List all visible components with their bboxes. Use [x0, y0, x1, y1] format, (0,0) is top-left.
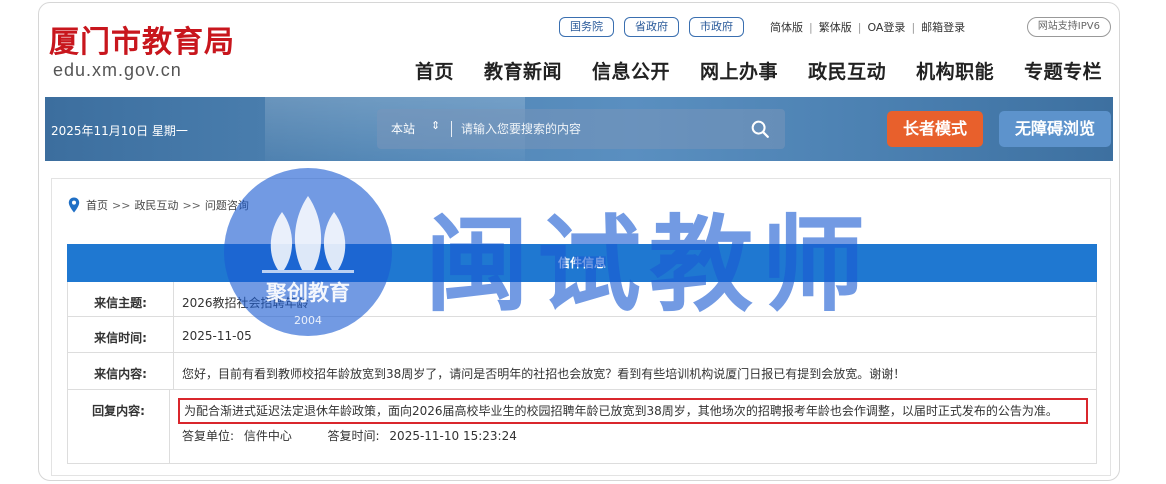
row-value-reply: 为配合渐进式延迟法定退休年龄政策，面向2026届高校毕业生的校园招聘年龄已放宽到… — [170, 390, 1096, 463]
nav-functions[interactable]: 机构职能 — [916, 57, 994, 84]
row-label-content: 来信内容: — [68, 353, 174, 389]
breadcrumb-interaction[interactable]: 政民互动 — [134, 197, 178, 213]
table-row: 来信内容: 您好，目前有看到教师校招年龄放宽到38周岁了，请问是否明年的社招也会… — [67, 353, 1097, 390]
nav-topics[interactable]: 专题专栏 — [1024, 57, 1102, 84]
page-frame: 厦门市教育局 edu.xm.gov.cn 国务院 省政府 市政府 简体版 | 繁… — [38, 2, 1120, 481]
nav-news[interactable]: 教育新闻 — [484, 57, 562, 84]
nav-interaction[interactable]: 政民互动 — [808, 57, 886, 84]
current-date: 2025年11月10日 星期一 — [51, 124, 188, 138]
banner: 2025年11月10日 星期一 本站 ⇕ 长者模式 无障碍浏览 — [45, 97, 1113, 161]
search-divider — [451, 121, 452, 137]
breadcrumb-separator: >> — [182, 198, 201, 212]
row-value-content: 您好，目前有看到教师校招年龄放宽到38周岁了，请问是否明年的社招也会放宽？看到有… — [182, 367, 906, 381]
main-nav: 首页 教育新闻 信息公开 网上办事 政民互动 机构职能 专题专栏 — [415, 57, 1102, 84]
row-value-time: 2025-11-05 — [182, 329, 252, 343]
breadcrumb-home[interactable]: 首页 — [86, 197, 108, 213]
link-oa-login[interactable]: OA登录 — [861, 19, 911, 35]
nav-disclosure[interactable]: 信息公开 — [592, 57, 670, 84]
elder-mode-button[interactable]: 长者模式 — [887, 111, 983, 147]
site-header: 厦门市教育局 edu.xm.gov.cn 国务院 省政府 市政府 简体版 | 繁… — [39, 3, 1119, 97]
row-label-subject: 来信主题: — [68, 282, 174, 316]
letter-table: 信件信息 来信主题: 2026教招社会招聘年龄 来信时间: 2025-11-05… — [67, 244, 1097, 464]
search-input[interactable] — [461, 118, 731, 140]
breadcrumb-separator: >> — [112, 198, 131, 212]
search-bar: 本站 ⇕ — [377, 109, 785, 149]
breadcrumb: 首页 >> 政民互动 >> 问题咨询 — [68, 197, 249, 213]
accessible-browse-button[interactable]: 无障碍浏览 — [999, 111, 1111, 147]
table-heading: 信件信息 — [67, 244, 1097, 282]
row-label-reply: 回复内容: — [68, 390, 170, 463]
table-row: 来信主题: 2026教招社会招聘年龄 — [67, 282, 1097, 317]
site-title[interactable]: 厦门市教育局 — [49, 17, 235, 61]
table-row: 回复内容: 为配合渐进式延迟法定退休年龄政策，面向2026届高校毕业生的校园招聘… — [67, 390, 1097, 464]
search-icon[interactable] — [749, 118, 771, 140]
reply-time-label: 答复时间: — [327, 429, 380, 443]
pill-provincial-gov[interactable]: 省政府 — [624, 17, 679, 37]
reply-unit-label: 答复单位: — [182, 429, 235, 443]
ipv6-badge: 网站支持IPV6 — [1026, 17, 1111, 37]
pill-city-gov[interactable]: 市政府 — [689, 17, 744, 37]
nav-home[interactable]: 首页 — [415, 57, 454, 84]
reply-meta: 答复单位: 信件中心 答复时间: 2025-11-10 15:23:24 — [178, 427, 1088, 444]
row-label-time: 来信时间: — [68, 317, 174, 352]
link-simplified[interactable]: 简体版 — [764, 19, 809, 35]
reply-time: 2025-11-10 15:23:24 — [389, 429, 517, 443]
site-domain: edu.xm.gov.cn — [53, 60, 182, 80]
table-row: 来信时间: 2025-11-05 — [67, 317, 1097, 353]
pill-state-council[interactable]: 国务院 — [559, 17, 614, 37]
location-pin-icon — [68, 197, 80, 213]
search-scope-select[interactable]: 本站 — [391, 120, 415, 137]
link-mail-login[interactable]: 邮箱登录 — [915, 19, 971, 35]
row-value-subject: 2026教招社会招聘年龄 — [182, 296, 309, 310]
link-traditional[interactable]: 繁体版 — [813, 19, 858, 35]
breadcrumb-consult[interactable]: 问题咨询 — [205, 197, 249, 213]
reply-unit: 信件中心 — [243, 429, 292, 443]
top-links: 国务院 省政府 市政府 简体版 | 繁体版 | OA登录 | 邮箱登录 — [559, 17, 971, 37]
content-panel: 首页 >> 政民互动 >> 问题咨询 信件信息 来信主题: 2026教招社会招聘… — [51, 178, 1111, 476]
reply-text-highlight: 为配合渐进式延迟法定退休年龄政策，面向2026届高校毕业生的校园招聘年龄已放宽到… — [178, 398, 1088, 424]
nav-online-service[interactable]: 网上办事 — [700, 57, 778, 84]
updown-caret-icon[interactable]: ⇕ — [431, 119, 440, 132]
